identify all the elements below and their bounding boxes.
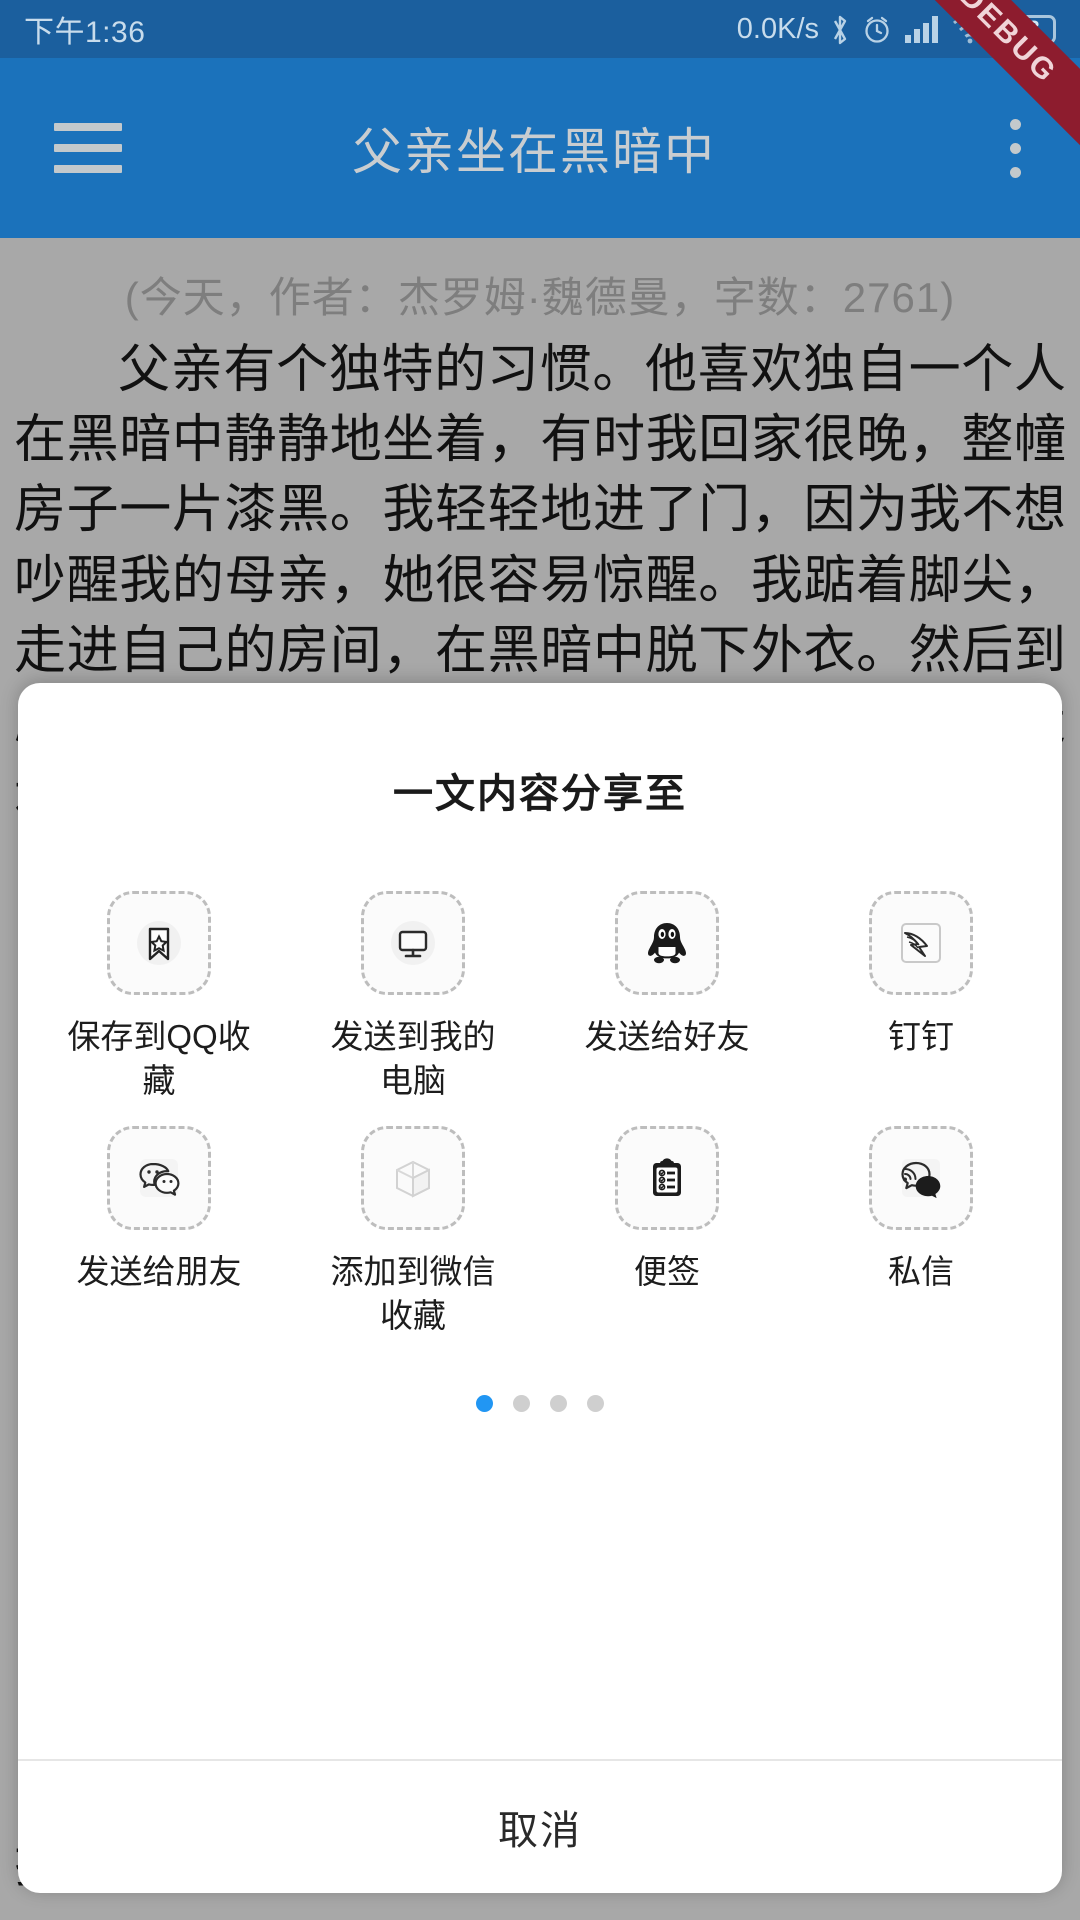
page-dot-3[interactable]	[550, 1395, 567, 1412]
dingtalk-wing-icon	[869, 891, 973, 995]
share-sheet-title: 一文内容分享至	[18, 683, 1062, 819]
share-item-qq-favorite[interactable]: 保存到QQ收藏	[32, 891, 286, 1102]
share-item-label: 添加到微信收藏	[318, 1250, 508, 1337]
bluetooth-icon	[830, 14, 850, 44]
share-item-label: 发送给朋友	[64, 1250, 254, 1294]
alarm-icon	[861, 13, 893, 45]
page-title: 父亲坐在黑暗中	[108, 112, 960, 184]
share-item-label: 钉钉	[826, 1015, 1016, 1059]
signal-icon	[904, 14, 940, 44]
battery-level-text: 43	[1016, 17, 1039, 41]
page-dot-4[interactable]	[587, 1395, 604, 1412]
more-vertical-icon[interactable]	[960, 119, 1070, 178]
article-meta: (今天，作者：杰罗姆·魏德曼，字数：2761)	[14, 238, 1066, 325]
page-dot-2[interactable]	[513, 1395, 530, 1412]
share-item-my-computer[interactable]: 发送到我的电脑	[286, 891, 540, 1102]
wechat-bubbles-icon	[107, 1126, 211, 1230]
wifi-icon	[951, 14, 989, 44]
share-item-direct-message[interactable]: 私信	[794, 1126, 1048, 1337]
share-sheet-dialog: 一文内容分享至 保存到QQ收藏 发送到我的电脑	[18, 683, 1062, 1893]
status-bar: 下午1:36 0.0K/s 43	[0, 0, 1080, 58]
status-clock: 下午1:36	[24, 7, 145, 51]
notes-clipboard-icon	[615, 1126, 719, 1230]
share-item-notes[interactable]: 便签	[540, 1126, 794, 1337]
share-item-label: 保存到QQ收藏	[64, 1015, 254, 1102]
qq-favorite-bookmark-icon	[107, 891, 211, 995]
share-item-label: 便签	[572, 1250, 762, 1294]
battery-icon: 43	[1000, 15, 1056, 44]
page-indicator-dots[interactable]	[18, 1395, 1062, 1412]
network-speed-text: 0.0K/s	[737, 13, 819, 46]
my-computer-monitor-icon	[361, 891, 465, 995]
share-item-wechat-favorite[interactable]: 添加到微信收藏	[286, 1126, 540, 1337]
share-item-wechat-friend[interactable]: 发送给朋友	[32, 1126, 286, 1337]
share-item-qq-friend[interactable]: 发送给好友	[540, 891, 794, 1102]
share-item-label: 发送到我的电脑	[318, 1015, 508, 1102]
weibo-direct-message-icon	[869, 1126, 973, 1230]
wechat-favorite-box-icon	[361, 1126, 465, 1230]
qq-penguin-icon	[615, 891, 719, 995]
share-item-label: 发送给好友	[572, 1015, 762, 1059]
share-item-label: 私信	[826, 1250, 1016, 1294]
page-dot-1[interactable]	[476, 1395, 493, 1412]
cancel-button[interactable]: 取消	[18, 1761, 1062, 1893]
app-bar: 父亲坐在黑暗中	[0, 58, 1080, 238]
share-target-grid: 保存到QQ收藏 发送到我的电脑	[18, 819, 1062, 1337]
status-icons-group: 0.0K/s 43	[737, 13, 1056, 46]
share-item-dingtalk[interactable]: 钉钉	[794, 891, 1048, 1102]
